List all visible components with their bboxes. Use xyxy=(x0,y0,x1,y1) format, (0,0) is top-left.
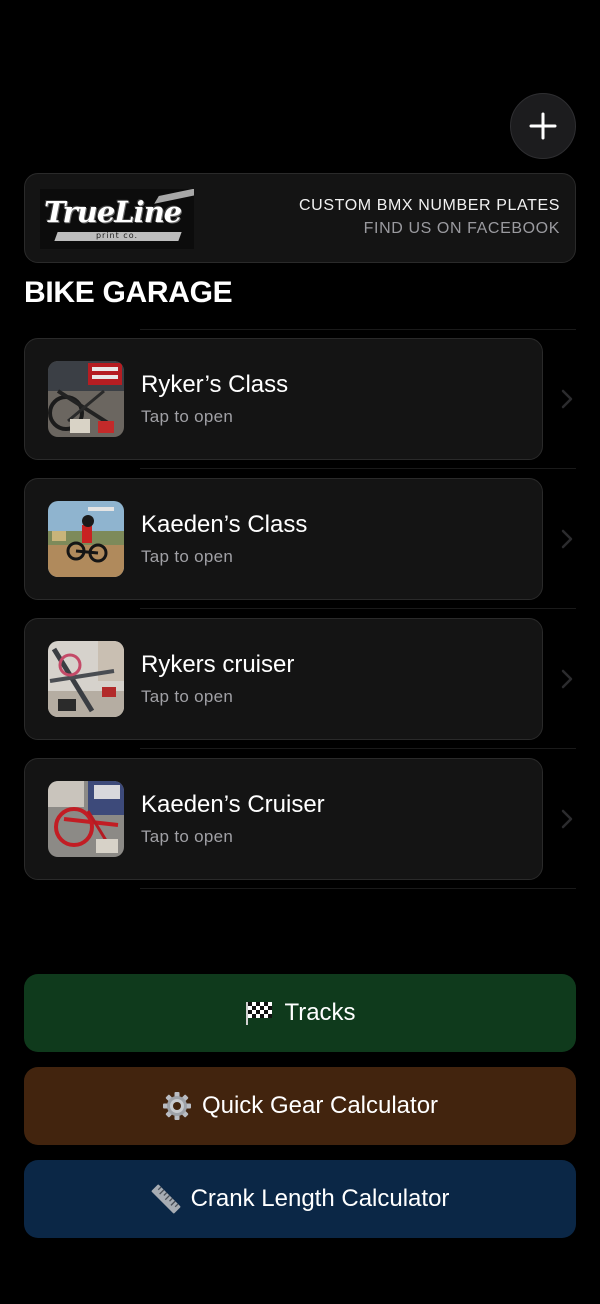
bike-name: Kaeden’s Cruiser xyxy=(141,791,325,818)
bike-thumbnail xyxy=(48,501,124,577)
trueline-logo: TrueLine print co. xyxy=(40,189,194,249)
crank-length-calculator-label: Crank Length Calculator xyxy=(190,1185,450,1212)
sponsor-tagline: CUSTOM BMX NUMBER PLATES xyxy=(299,197,560,214)
chevron-right-icon xyxy=(561,809,573,829)
bike-card[interactable]: Kaeden’s Class Tap to open xyxy=(24,478,543,600)
bike-name: Ryker’s Class xyxy=(141,371,289,398)
tracks-button[interactable]: Tracks xyxy=(24,974,576,1052)
quick-gear-calculator-button[interactable]: Quick Gear Calculator xyxy=(24,1067,576,1145)
bike-name: Kaeden’s Class xyxy=(141,511,308,538)
logo-wordmark: TrueLine xyxy=(44,195,182,229)
list-separator xyxy=(140,468,576,469)
bike-subtitle: Tap to open xyxy=(141,407,234,426)
chevron-right-icon xyxy=(561,669,573,689)
sponsor-facebook-link[interactable]: FIND US ON FACEBOOK xyxy=(364,220,560,238)
tracks-label: Tracks xyxy=(284,999,356,1026)
bike-thumbnail xyxy=(48,641,124,717)
ruler-icon xyxy=(151,1184,181,1214)
logo-subtext: print co. xyxy=(95,231,139,240)
sponsor-banner[interactable]: TrueLine print co. CUSTOM BMX NUMBER PLA… xyxy=(24,173,576,263)
add-bike-button[interactable] xyxy=(510,93,576,159)
page-title: BIKE GARAGE xyxy=(24,276,233,309)
bike-card[interactable]: Ryker’s Class Tap to open xyxy=(24,338,543,460)
quick-gear-calculator-label: Quick Gear Calculator xyxy=(201,1092,439,1119)
bike-card[interactable]: Rykers cruiser Tap to open xyxy=(24,618,543,740)
checkered-flag-icon xyxy=(244,1000,274,1026)
list-separator xyxy=(140,329,576,330)
bike-card[interactable]: Kaeden’s Cruiser Tap to open xyxy=(24,758,543,880)
bike-subtitle: Tap to open xyxy=(141,547,234,566)
plus-icon xyxy=(529,112,557,140)
bike-thumbnail xyxy=(48,361,124,437)
bike-name: Rykers cruiser xyxy=(141,651,295,678)
list-separator xyxy=(140,608,576,609)
chevron-right-icon xyxy=(561,389,573,409)
chevron-right-icon xyxy=(561,529,573,549)
bike-subtitle: Tap to open xyxy=(141,687,234,706)
gear-icon xyxy=(162,1091,192,1121)
list-separator xyxy=(140,748,576,749)
bike-thumbnail xyxy=(48,781,124,857)
list-separator xyxy=(140,888,576,889)
crank-length-calculator-button[interactable]: Crank Length Calculator xyxy=(24,1160,576,1238)
bike-subtitle: Tap to open xyxy=(141,827,234,846)
